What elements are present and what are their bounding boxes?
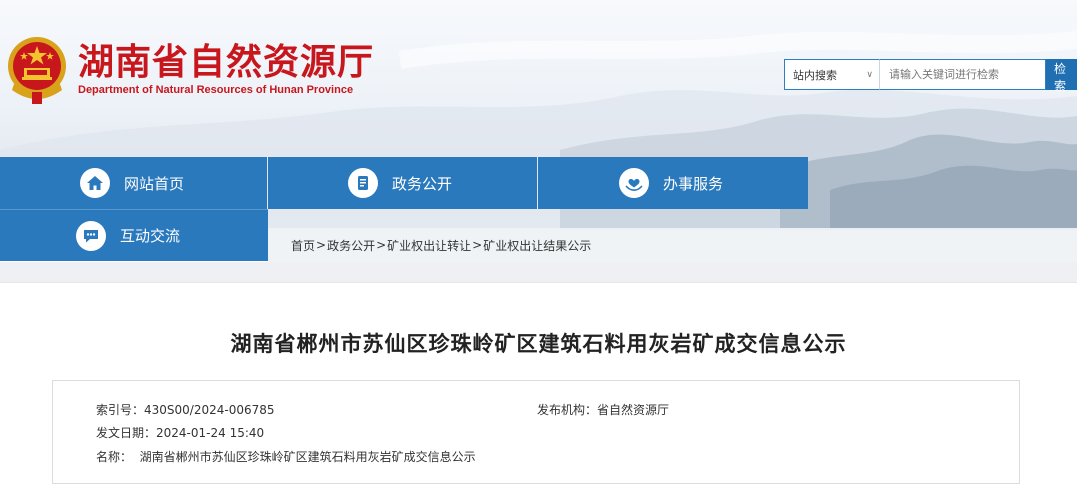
meta-org-label: 发布机构： xyxy=(537,403,598,417)
breadcrumb-separator: > xyxy=(316,238,327,252)
search-scope-label: 站内搜索 xyxy=(793,68,837,82)
search-scope-select[interactable]: 站内搜索 ∨ xyxy=(784,59,879,90)
meta-index-value: 430S00/2024-006785 xyxy=(144,403,275,417)
national-emblem-icon xyxy=(8,37,66,104)
breadcrumb: 首页 > 政务公开 > 矿业权出让转让 > 矿业权出让结果公示 xyxy=(268,228,1077,262)
meta-name: 名称： 湖南省郴州市苏仙区珍珠岭矿区建筑石料用灰岩矿成交信息公示 xyxy=(96,448,476,465)
search-button[interactable]: 检 索 xyxy=(1046,59,1077,93)
meta-index-number: 索引号：430S00/2024-006785 xyxy=(96,401,275,418)
home-icon xyxy=(80,168,110,198)
nav-label-services: 办事服务 xyxy=(663,174,724,193)
site-subtitle: Department of Natural Resources of Hunan… xyxy=(78,84,354,96)
nav-item-government-affairs[interactable]: 政务公开 xyxy=(268,157,537,209)
chevron-down-icon: ∨ xyxy=(866,69,873,80)
meta-index-label: 索引号： xyxy=(96,403,145,417)
nav-item-home[interactable]: 网站首页 xyxy=(0,157,267,209)
site-title: 湖南省自然资源厅 xyxy=(78,42,375,83)
breadcrumb-separator: > xyxy=(472,238,483,252)
breadcrumb-separator: > xyxy=(376,238,387,252)
meta-name-label: 名称： xyxy=(96,450,133,464)
meta-date-value: 2024-01-24 15:40 xyxy=(156,426,265,440)
nav-label-home: 网站首页 xyxy=(124,174,185,193)
document-icon xyxy=(348,168,378,198)
heart-hand-icon xyxy=(619,168,649,198)
meta-issue-date: 发文日期：2024-01-24 15:40 xyxy=(96,424,264,441)
nav-label-interaction: 互动交流 xyxy=(120,227,181,245)
meta-name-value: 湖南省郴州市苏仙区珍珠岭矿区建筑石料用灰岩矿成交信息公示 xyxy=(139,450,476,464)
chat-icon xyxy=(76,220,106,251)
article-title: 湖南省郴州市苏仙区珍珠岭矿区建筑石料用灰岩矿成交信息公示 xyxy=(230,332,847,356)
breadcrumb-home[interactable]: 首页 xyxy=(291,237,315,254)
nav-item-interaction[interactable]: 互动交流 xyxy=(0,210,268,261)
breadcrumb-mining-rights-results[interactable]: 矿业权出让结果公示 xyxy=(483,237,591,254)
breadcrumb-government-affairs[interactable]: 政务公开 xyxy=(327,237,375,254)
breadcrumb-mining-rights-transfer[interactable]: 矿业权出让转让 xyxy=(387,237,471,254)
site-search: 站内搜索 ∨ 检 索 xyxy=(784,59,1077,93)
nav-label-government-affairs: 政务公开 xyxy=(392,174,453,193)
meta-date-label: 发文日期： xyxy=(96,426,157,440)
meta-publishing-org: 发布机构：省自然资源厅 xyxy=(537,401,669,418)
search-input[interactable] xyxy=(879,59,1046,90)
meta-org-value: 省自然资源厅 xyxy=(597,403,670,417)
nav-item-services[interactable]: 办事服务 xyxy=(538,157,808,209)
